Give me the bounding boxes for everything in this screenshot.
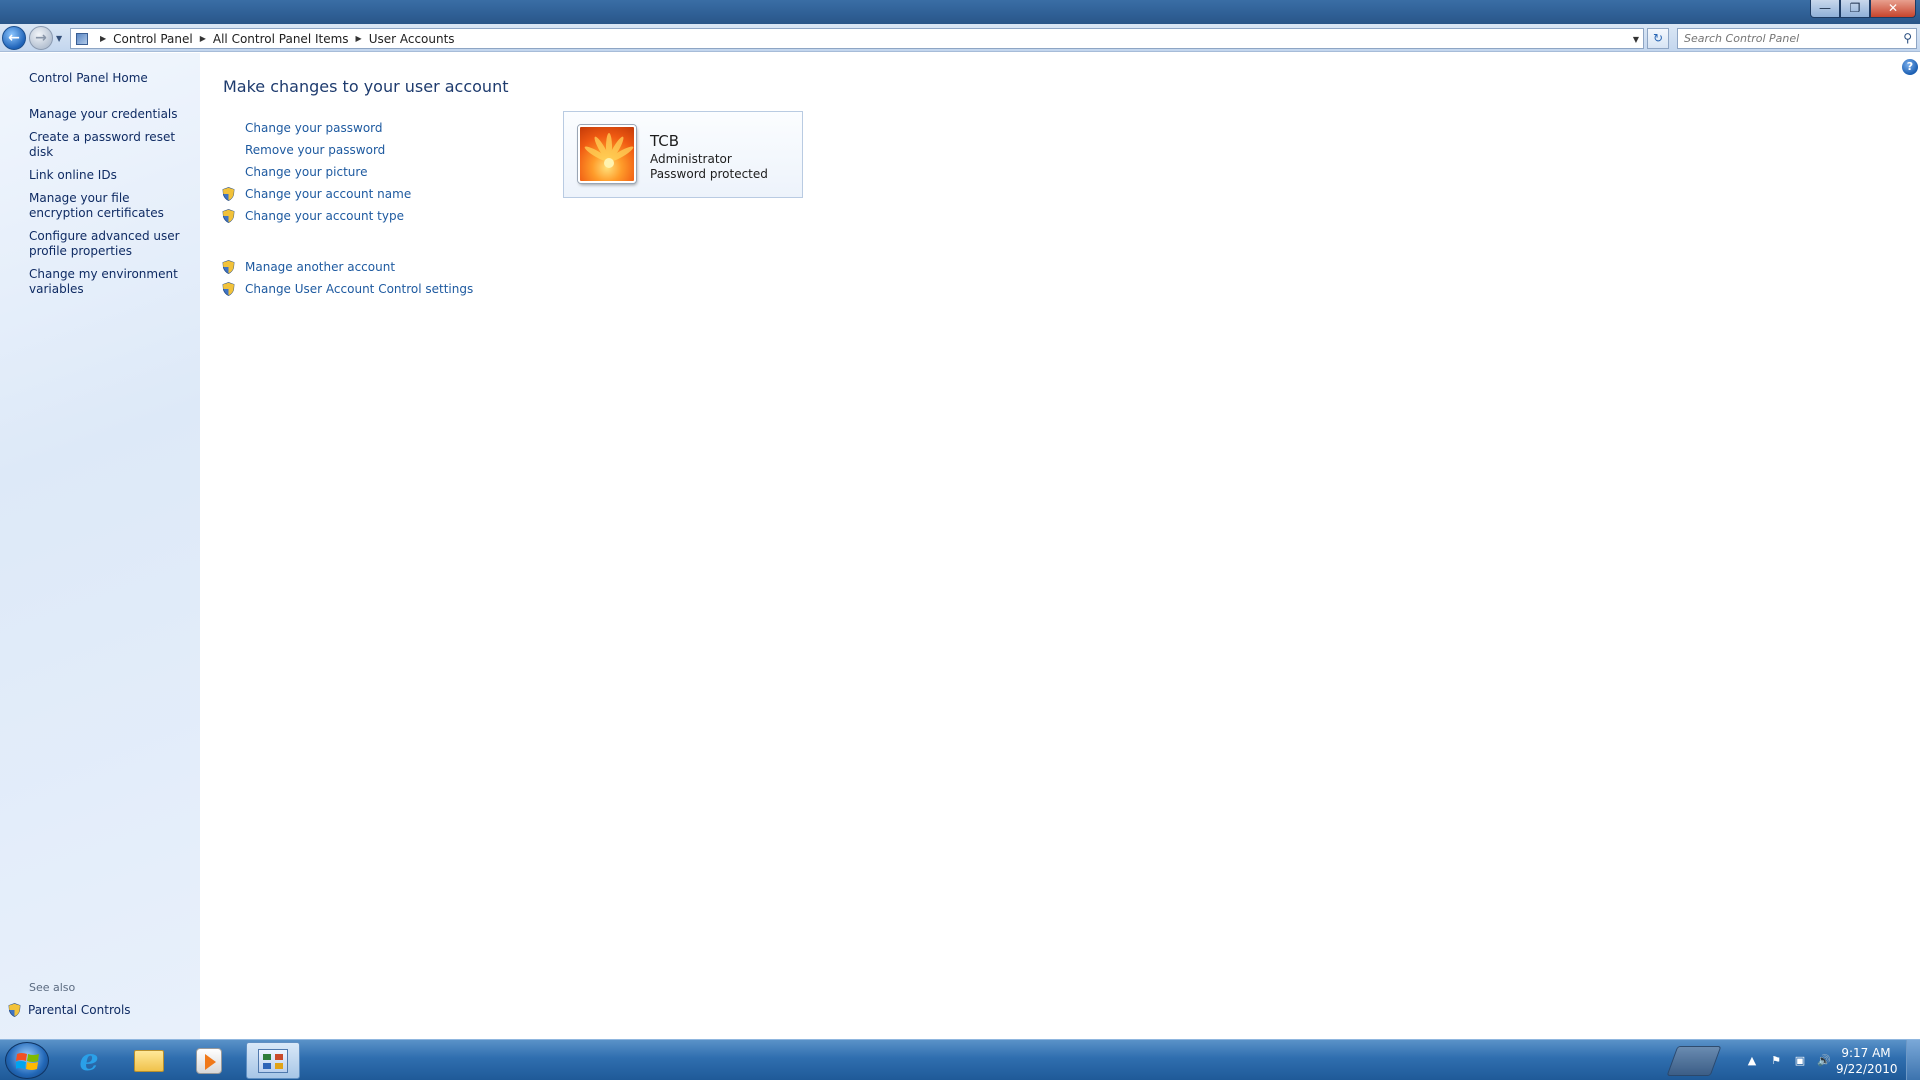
search-box: ⚲ (1677, 28, 1917, 49)
window-controls: — ❐ ✕ (1810, 0, 1916, 18)
file-encryption-link[interactable]: Manage your file encryption certificates (29, 191, 194, 221)
window-title-bar: — ❐ ✕ (0, 0, 1920, 24)
password-reset-disk-link[interactable]: Create a password reset disk (29, 130, 194, 160)
change-account-type-link[interactable]: Change your account type (245, 209, 404, 223)
arrow-right-icon: → (35, 30, 47, 46)
task-item: Change your picture (222, 161, 473, 183)
refresh-button[interactable]: ↻ (1647, 28, 1669, 49)
taskbar-windows-explorer[interactable] (122, 1042, 176, 1079)
address-history-dropdown[interactable]: ▼ (1633, 35, 1639, 44)
task-item: Manage another account (222, 256, 473, 278)
taskbar: e ▲ ⚑ ▣ 🔊 9:17 AM 9/22/2010 (0, 1039, 1920, 1080)
arrow-left-icon: ← (8, 30, 20, 46)
breadcrumb-chevron-icon[interactable]: ▶ (193, 34, 213, 43)
media-player-icon (196, 1047, 222, 1074)
account-type: Administrator (650, 152, 732, 166)
volume-icon[interactable]: 🔊 (1812, 1054, 1836, 1067)
clock-time: 9:17 AM (1841, 1046, 1891, 1060)
icon-placeholder (222, 143, 245, 157)
account-status: Password protected (650, 167, 768, 181)
icon-placeholder (222, 121, 245, 135)
icon-holder (222, 209, 245, 223)
icon-holder (222, 260, 245, 274)
forward-button[interactable]: → (29, 26, 53, 50)
maximize-button[interactable]: ❐ (1840, 0, 1870, 18)
taskbar-media-player[interactable] (182, 1042, 236, 1079)
breadcrumb-control-panel[interactable]: Control Panel (113, 32, 193, 46)
flower-picture-icon (584, 133, 634, 168)
account-task-list: Change your password Remove your passwor… (222, 117, 473, 300)
account-name: TCB (650, 132, 680, 150)
left-navigation-pane: Control Panel Home Manage your credentia… (0, 53, 200, 1039)
breadcrumb-user-accounts[interactable]: User Accounts (369, 32, 455, 46)
task-item: Change your password (222, 117, 473, 139)
recent-pages-dropdown[interactable]: ▼ (56, 34, 62, 43)
environment-variables-link[interactable]: Change my environment variables (29, 267, 194, 297)
manage-credentials-link[interactable]: Manage your credentials (29, 107, 194, 122)
show-desktop-button[interactable] (1906, 1040, 1920, 1080)
parental-controls-label[interactable]: Parental Controls (28, 1003, 131, 1017)
search-icon[interactable]: ⚲ (1903, 31, 1912, 45)
control-panel-icon (71, 29, 93, 48)
breadcrumb-chevron-icon[interactable]: ▶ (93, 34, 113, 43)
control-panel-home-link[interactable]: Control Panel Home (29, 71, 148, 85)
refresh-icon: ↻ (1652, 31, 1664, 45)
start-button[interactable] (5, 1042, 49, 1079)
task-item: Change User Account Control settings (222, 278, 473, 300)
page-title: Make changes to your user account (223, 77, 509, 96)
close-button[interactable]: ✕ (1870, 0, 1916, 18)
task-item: Change your account name (222, 183, 473, 205)
action-center-flag-icon[interactable]: ⚑ (1764, 1054, 1788, 1067)
notification-area: ▲ ⚑ ▣ 🔊 (1740, 1040, 1836, 1080)
icon-placeholder (222, 165, 245, 179)
see-also-heading: See also (29, 981, 76, 994)
uac-settings-link[interactable]: Change User Account Control settings (245, 282, 473, 296)
windows-logo-icon (16, 1053, 39, 1070)
user-account-card: TCB Administrator Password protected (563, 111, 803, 198)
minimize-button[interactable]: — (1810, 0, 1840, 18)
remove-password-link[interactable]: Remove your password (245, 143, 385, 157)
advanced-profile-link[interactable]: Configure advanced user profile properti… (29, 229, 194, 259)
navigation-bar: ← → ▼ ▶ Control Panel ▶ All Control Pane… (0, 24, 1920, 52)
task-item: Change your account type (222, 205, 473, 227)
breadcrumb-all-items[interactable]: All Control Panel Items (213, 32, 349, 46)
system-clock[interactable]: 9:17 AM 9/22/2010 (1836, 1045, 1898, 1077)
uac-shield-icon (222, 209, 235, 223)
address-bar[interactable]: ▶ Control Panel ▶ All Control Panel Item… (70, 28, 1644, 49)
taskbar-control-panel[interactable] (246, 1042, 300, 1079)
change-account-name-link[interactable]: Change your account name (245, 187, 411, 201)
show-hidden-icons-chevron-icon[interactable]: ▲ (1740, 1054, 1764, 1067)
manage-another-account-link[interactable]: Manage another account (245, 260, 395, 274)
network-icon[interactable]: ▣ (1788, 1054, 1812, 1067)
notebook-icon (1666, 1046, 1722, 1076)
left-task-list: Manage your credentials Create a passwor… (29, 107, 194, 305)
control-panel-icon (258, 1048, 288, 1073)
clock-date: 9/22/2010 (1836, 1062, 1898, 1076)
internet-explorer-icon: e (79, 1043, 99, 1078)
change-password-link[interactable]: Change your password (245, 121, 383, 135)
back-button[interactable]: ← (2, 26, 26, 50)
breadcrumb-chevron-icon[interactable]: ▶ (349, 34, 369, 43)
task-item: Remove your password (222, 139, 473, 161)
help-icon[interactable]: ? (1902, 59, 1918, 75)
taskbar-internet-explorer[interactable]: e (62, 1042, 116, 1079)
icon-holder (222, 282, 245, 296)
folder-icon (134, 1049, 164, 1072)
icon-holder (222, 187, 245, 201)
uac-shield-icon (222, 260, 235, 274)
change-picture-link[interactable]: Change your picture (245, 165, 367, 179)
uac-shield-icon (222, 282, 235, 296)
uac-shield-icon (222, 187, 235, 201)
uac-shield-icon (8, 1003, 21, 1017)
user-avatar (578, 125, 636, 183)
search-input[interactable] (1678, 29, 1878, 48)
parental-controls-link[interactable]: Parental Controls (8, 1003, 131, 1017)
link-online-ids-link[interactable]: Link online IDs (29, 168, 194, 183)
